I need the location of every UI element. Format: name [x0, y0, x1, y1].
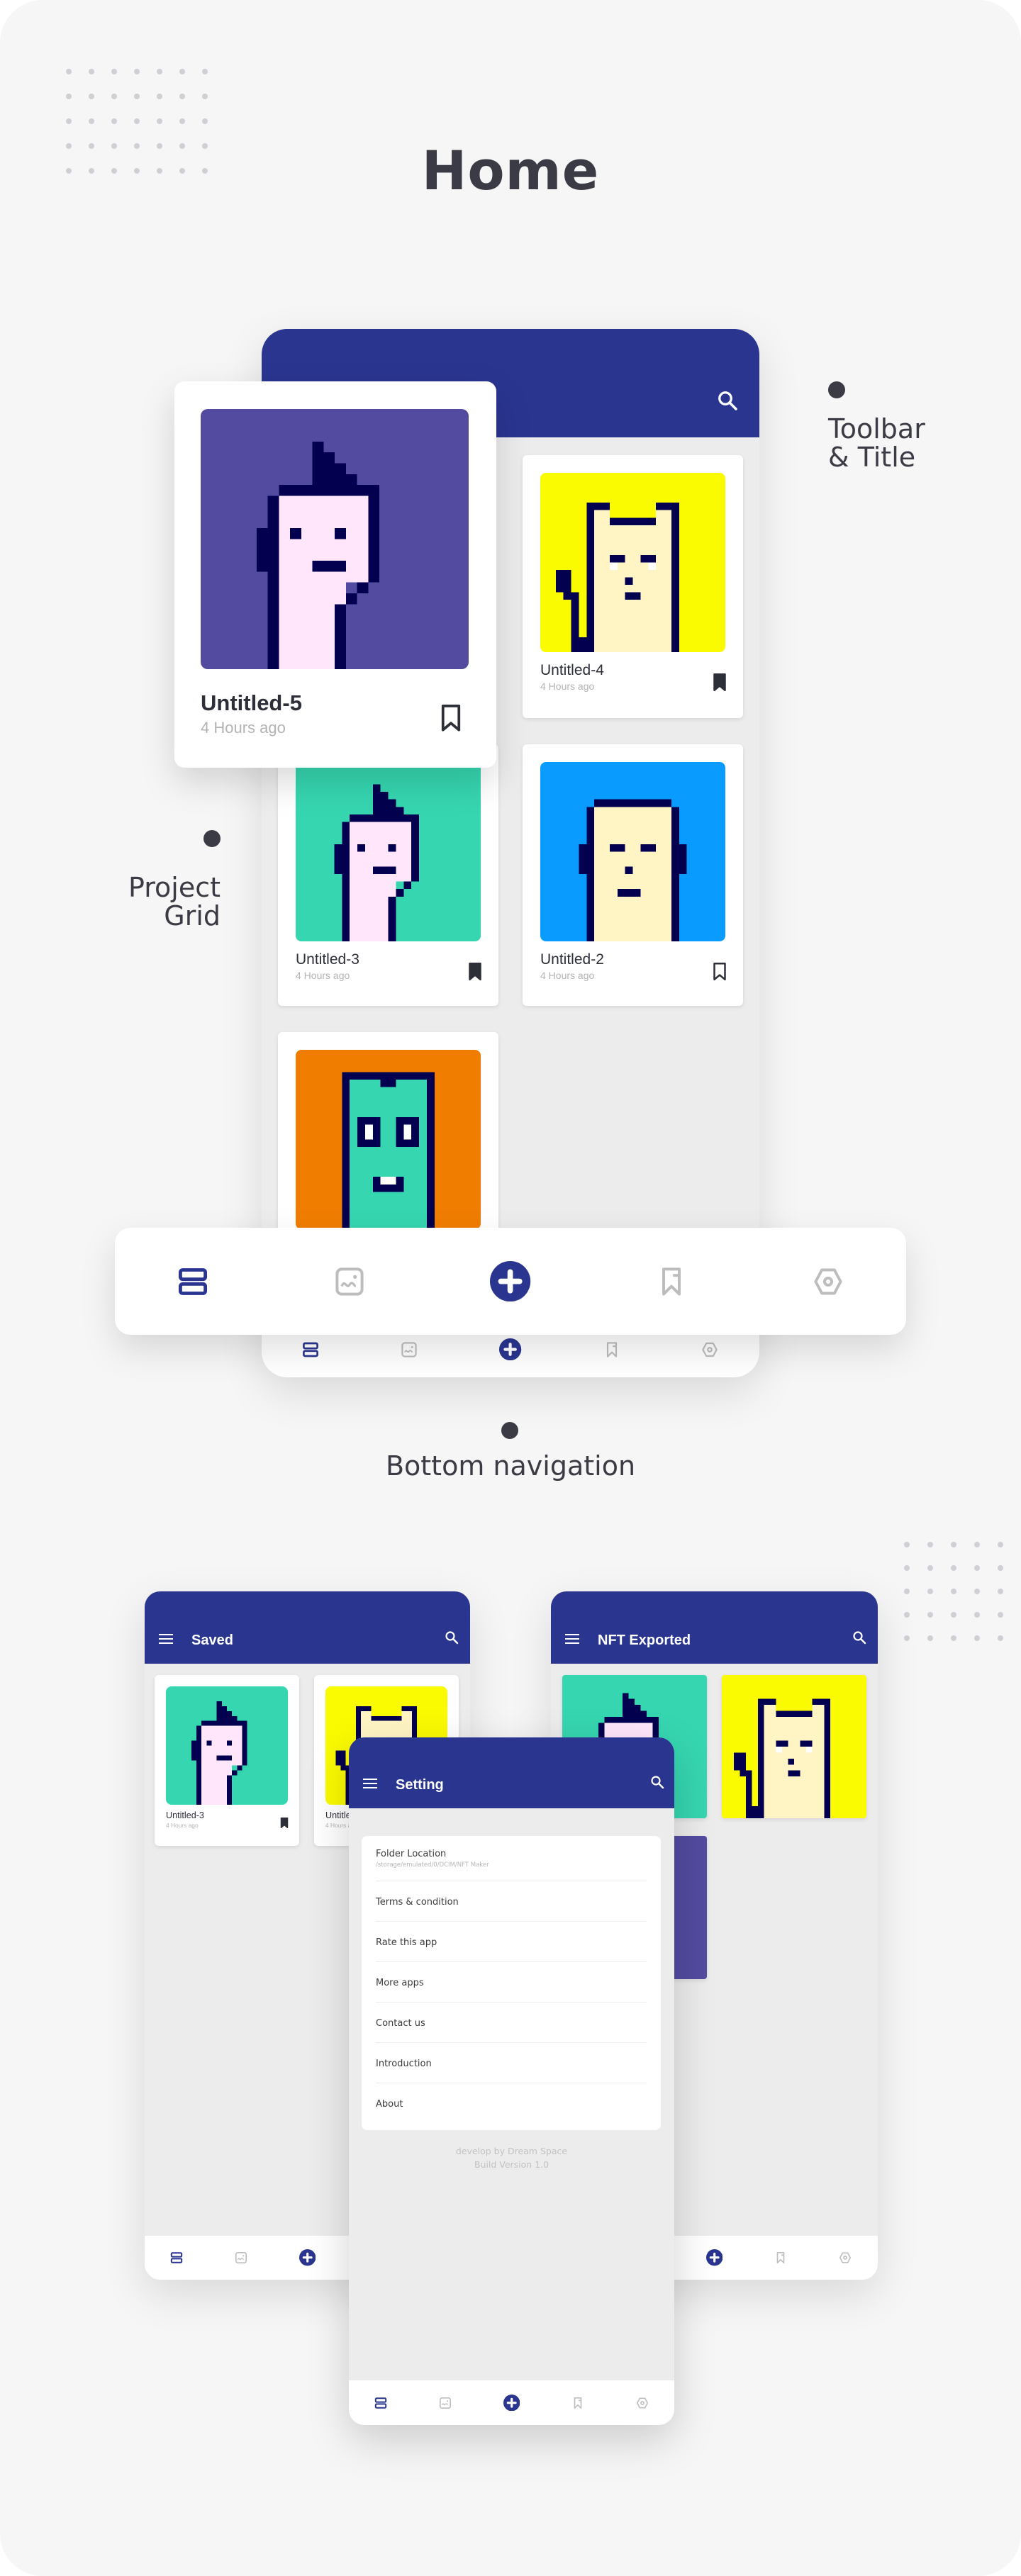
gallery-icon[interactable]	[401, 1341, 418, 1358]
nft-avatar-image	[296, 762, 481, 941]
exported-toolbar: NFT Exported	[551, 1591, 878, 1664]
gallery-icon[interactable]	[235, 2251, 247, 2264]
settings-item-label: Folder Location	[376, 1849, 447, 1859]
add-icon[interactable]	[499, 1338, 522, 1361]
nft-avatar-image	[540, 473, 725, 652]
bottom-navigation	[349, 2380, 674, 2425]
toolbar-title: Saved	[191, 1633, 233, 1648]
projects-icon[interactable]	[177, 1266, 208, 1297]
annotation-bottom-nav: Bottom navigation	[385, 1450, 636, 1482]
menu-icon[interactable]	[159, 1634, 173, 1647]
bookmark-icon[interactable]	[774, 2251, 787, 2264]
project-card[interactable]: Untitled-4 4 Hours ago	[523, 455, 743, 718]
annotation-bullet	[828, 381, 845, 398]
add-icon[interactable]	[490, 1260, 531, 1302]
menu-icon[interactable]	[363, 1779, 377, 1792]
bookmark-icon[interactable]	[468, 963, 482, 984]
search-icon[interactable]	[717, 390, 738, 415]
projects-icon[interactable]	[170, 2251, 183, 2264]
project-card[interactable]: Untitled-3 4 Hours ago	[155, 1675, 299, 1846]
settings-icon[interactable]	[813, 1266, 844, 1297]
annotation-text: Toolbar	[828, 413, 925, 444]
project-time: 4 Hours ago	[540, 681, 595, 693]
settings-item[interactable]: Contact us	[376, 2003, 647, 2043]
developer-credit: develop by Dream Space	[455, 2146, 568, 2156]
page-title: Home	[421, 139, 600, 202]
project-title: Untitled-4	[540, 662, 604, 679]
projects-icon[interactable]	[374, 2397, 387, 2409]
bookmark-icon[interactable]	[713, 963, 727, 984]
project-title: Untitled-5	[201, 690, 302, 715]
annotation-bullet	[501, 1422, 518, 1439]
annotation-text: Grid	[164, 900, 221, 931]
project-card[interactable]: Untitled-3 4 Hours ago	[278, 744, 498, 1006]
project-time: 4 Hours ago	[540, 970, 595, 982]
bookmark-icon[interactable]	[571, 2397, 584, 2409]
project-title: Untitled-3	[296, 951, 359, 968]
search-icon[interactable]	[650, 1775, 664, 1793]
annotation-grid: Project Grid	[128, 873, 221, 930]
setting-toolbar: Setting	[349, 1737, 674, 1808]
bookmark-icon[interactable]	[603, 1341, 620, 1358]
settings-item[interactable]: Rate this app	[376, 1922, 647, 1962]
search-icon[interactable]	[852, 1630, 866, 1648]
bookmark-icon[interactable]	[713, 673, 727, 695]
gallery-icon[interactable]	[439, 2397, 452, 2409]
settings-item[interactable]: Introduction	[376, 2043, 647, 2083]
search-icon[interactable]	[445, 1630, 459, 1648]
nft-avatar-image	[166, 1686, 288, 1805]
annotation-toolbar: Toolbar & Title	[828, 415, 925, 471]
project-title: Untitled-3	[166, 1810, 204, 1821]
bookmark-icon[interactable]	[280, 1817, 289, 1832]
settings-item[interactable]: Terms & condition	[376, 1881, 647, 1922]
project-card[interactable]: Untitled-2 4 Hours ago	[523, 744, 743, 1006]
settings-list: Folder Location /storage/emulated/0/DCIM…	[362, 1836, 661, 2130]
annotation-text: & Title	[828, 442, 916, 473]
exported-nft-image[interactable]	[722, 1675, 866, 1818]
project-time: 4 Hours ago	[166, 1821, 199, 1829]
toolbar-title: Setting	[396, 1777, 444, 1793]
decorative-dot-grid	[904, 1542, 1003, 1641]
annotation-text: Project	[128, 872, 221, 903]
settings-item-folder-location[interactable]: Folder Location /storage/emulated/0/DCIM…	[376, 1836, 647, 1881]
saved-toolbar: Saved	[145, 1591, 470, 1664]
add-icon[interactable]	[299, 2249, 316, 2266]
build-version: Build Version 1.0	[474, 2159, 549, 2170]
bottom-navigation	[115, 1228, 906, 1335]
add-icon[interactable]	[503, 2394, 520, 2412]
settings-icon[interactable]	[839, 2251, 852, 2264]
bookmark-icon[interactable]	[656, 1266, 687, 1297]
settings-item[interactable]: About	[376, 2083, 647, 2124]
showcase-canvas: Home Toolbar & Title Project Grid Bottom…	[0, 0, 1021, 2576]
settings-icon[interactable]	[636, 2397, 649, 2409]
project-time: 4 Hours ago	[201, 719, 286, 737]
add-icon[interactable]	[705, 2249, 723, 2266]
annotation-bullet	[203, 830, 221, 847]
settings-item[interactable]: More apps	[376, 1962, 647, 2003]
menu-icon[interactable]	[565, 1634, 579, 1647]
nft-avatar-image	[201, 409, 469, 669]
project-title: Untitled-2	[540, 951, 604, 968]
project-card-featured[interactable]: Untitled-5 4 Hours ago	[174, 381, 496, 768]
toolbar-title: NFT Exported	[598, 1633, 691, 1648]
nft-avatar-image	[540, 762, 725, 941]
nft-avatar-image	[296, 1050, 481, 1229]
projects-icon[interactable]	[302, 1341, 319, 1358]
project-time: 4 Hours ago	[296, 970, 350, 982]
bookmark-icon[interactable]	[440, 705, 462, 735]
settings-icon[interactable]	[701, 1341, 718, 1358]
setting-screen: Setting Folder Location /storage/emulate…	[349, 1737, 674, 2425]
gallery-icon[interactable]	[334, 1266, 365, 1297]
folder-path: /storage/emulated/0/DCIM/NFT Maker	[376, 1861, 489, 1869]
